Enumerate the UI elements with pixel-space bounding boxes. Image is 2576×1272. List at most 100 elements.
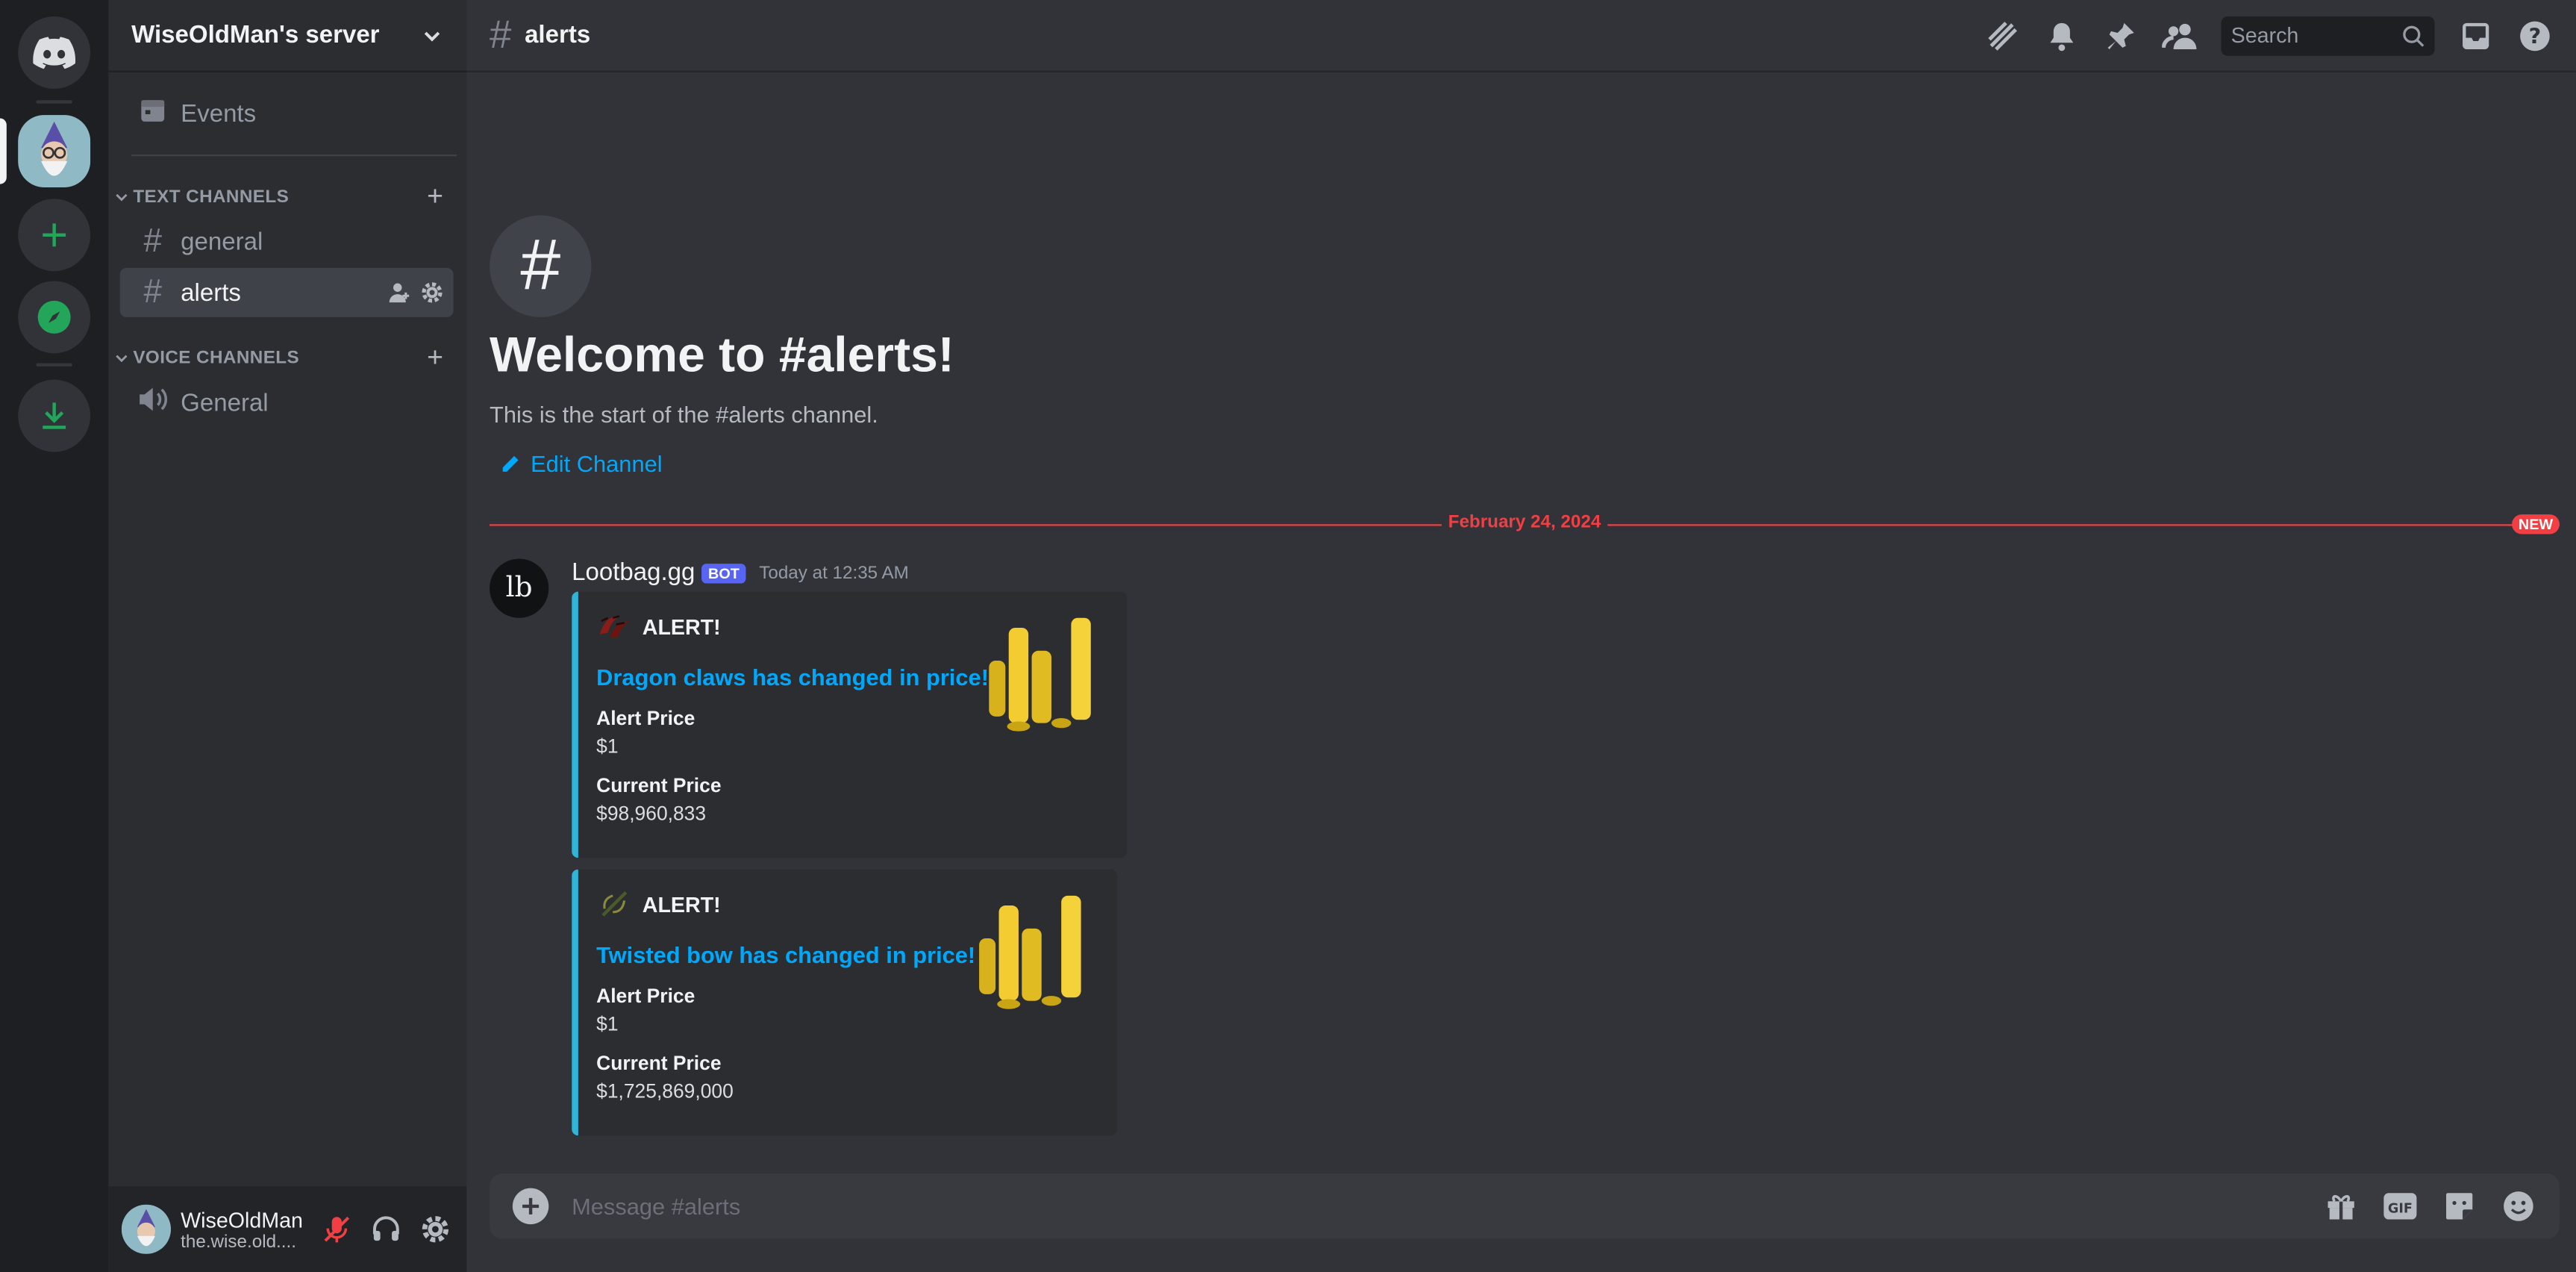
avatar-text: lb bbox=[505, 572, 533, 605]
server-icon-wiseoldman[interactable] bbox=[18, 115, 91, 187]
attach-button[interactable] bbox=[512, 1188, 549, 1225]
headphones-icon bbox=[372, 1216, 399, 1241]
welcome-title: Welcome to #alerts! bbox=[490, 328, 954, 383]
notifications-button[interactable] bbox=[2044, 17, 2080, 53]
compass-icon bbox=[37, 300, 71, 334]
user-settings-button[interactable] bbox=[417, 1212, 453, 1247]
new-badge: NEW bbox=[2512, 514, 2560, 534]
welcome-subtitle: This is the start of the #alerts channel… bbox=[490, 401, 878, 428]
gift-button[interactable] bbox=[2323, 1188, 2359, 1224]
channel-hashtag-icon: # bbox=[490, 215, 592, 317]
message-header: Lootbag.gg BOT Today at 12:35 AM bbox=[572, 559, 909, 587]
members-icon bbox=[2162, 22, 2197, 49]
hashtag-icon: # bbox=[143, 222, 162, 259]
embed-field-value: $98,960,833 bbox=[596, 802, 707, 826]
server-name: WiseOldMan's server bbox=[131, 21, 380, 50]
mute-button[interactable] bbox=[319, 1212, 354, 1247]
plus-circle-icon bbox=[522, 1197, 540, 1215]
rail-separator bbox=[36, 363, 72, 367]
download-icon bbox=[43, 402, 66, 429]
edit-channel-link[interactable]: Edit Channel bbox=[499, 450, 663, 476]
message-composer[interactable]: Message #alerts GIF bbox=[490, 1173, 2560, 1239]
avatar[interactable]: lb bbox=[490, 558, 549, 618]
create-channel-icon[interactable]: + bbox=[427, 342, 443, 375]
home-button[interactable] bbox=[18, 16, 91, 89]
embed-card: ALERT! Dragon claws has changed in price… bbox=[572, 591, 1128, 858]
twisted-bow-icon bbox=[601, 891, 628, 917]
message-input-placeholder[interactable]: Message #alerts bbox=[572, 1193, 740, 1219]
channel-label: General bbox=[181, 388, 269, 417]
search-input[interactable]: Search bbox=[2221, 15, 2435, 55]
sticker-button[interactable] bbox=[2441, 1188, 2477, 1224]
selected-server-indicator bbox=[0, 118, 7, 184]
channel-sidebar: WiseOldMan's server Events TEXT CHANNELS… bbox=[108, 0, 467, 1272]
date-label: February 24, 2024 bbox=[1441, 512, 1608, 533]
gear-icon[interactable] bbox=[421, 281, 444, 304]
help-button[interactable]: ? bbox=[2517, 17, 2553, 53]
pencil-icon bbox=[502, 455, 519, 471]
rail-separator bbox=[36, 100, 72, 104]
svg-text:GIF: GIF bbox=[2388, 1202, 2413, 1217]
search-placeholder: Search bbox=[2230, 22, 2299, 48]
events-item[interactable]: Events bbox=[120, 89, 454, 138]
server-header[interactable]: WiseOldMan's server bbox=[108, 0, 467, 72]
threads-icon bbox=[1988, 21, 2017, 50]
svg-text:?: ? bbox=[2529, 22, 2542, 48]
create-channel-icon[interactable]: + bbox=[427, 181, 443, 213]
category-label: TEXT CHANNELS bbox=[133, 187, 290, 208]
events-label: Events bbox=[181, 99, 257, 128]
sidebar-divider bbox=[131, 154, 457, 157]
speaker-icon bbox=[135, 384, 171, 422]
channel-item-alerts[interactable]: # alerts bbox=[119, 267, 454, 317]
channel-label: general bbox=[181, 227, 263, 256]
message-author[interactable]: Lootbag.gg bbox=[572, 559, 695, 587]
pinned-messages-button[interactable] bbox=[2103, 17, 2139, 53]
pin-icon bbox=[2107, 22, 2134, 49]
coins-thumbnail bbox=[989, 617, 1091, 732]
new-messages-divider: February 24, 2024 NEW bbox=[490, 512, 2560, 534]
inbox-icon bbox=[2463, 22, 2489, 49]
channel-label: alerts bbox=[181, 278, 241, 307]
deafen-button[interactable] bbox=[368, 1212, 404, 1247]
gif-button[interactable]: GIF bbox=[2382, 1188, 2418, 1224]
chat-area: # alerts Search ? # Welcome to #alerts! … bbox=[466, 0, 2576, 1272]
hashtag-icon: # bbox=[490, 12, 512, 57]
embed-card: ALERT! Twisted bow has changed in price!… bbox=[572, 869, 1118, 1136]
user-tag: the.wise.old.... bbox=[181, 1232, 296, 1252]
channel-header: # alerts Search ? bbox=[466, 0, 2576, 72]
text-channels-category[interactable]: TEXT CHANNELS + bbox=[113, 181, 444, 213]
username: WiseOldMan bbox=[181, 1207, 304, 1232]
voice-channel-general[interactable]: General bbox=[120, 378, 454, 427]
explore-servers-button[interactable] bbox=[18, 281, 91, 354]
emoji-button[interactable] bbox=[2501, 1188, 2536, 1224]
embed-field-name: Current Price bbox=[596, 773, 722, 797]
help-icon: ? bbox=[2520, 20, 2550, 51]
coins-thumbnail bbox=[979, 895, 1081, 1009]
embed-author-label: ALERT! bbox=[642, 891, 721, 917]
channel-title: alerts bbox=[525, 21, 591, 50]
discord-logo-icon bbox=[33, 37, 76, 69]
channel-item-general[interactable]: # general bbox=[120, 217, 454, 266]
gif-icon: GIF bbox=[2383, 1193, 2417, 1220]
plus-icon bbox=[43, 223, 66, 247]
wizard-avatar-icon bbox=[18, 115, 91, 187]
embed-author-label: ALERT! bbox=[642, 614, 721, 639]
member-list-button[interactable] bbox=[2162, 17, 2198, 53]
download-apps-button[interactable] bbox=[18, 379, 91, 452]
chevron-down-icon bbox=[424, 31, 440, 41]
message-timestamp: Today at 12:35 AM bbox=[759, 563, 909, 583]
bell-icon bbox=[2050, 22, 2074, 51]
gift-icon bbox=[2328, 1194, 2354, 1220]
inbox-button[interactable] bbox=[2457, 17, 2493, 53]
add-server-button[interactable] bbox=[18, 199, 91, 272]
invite-icon[interactable] bbox=[388, 281, 411, 304]
avatar[interactable] bbox=[121, 1204, 171, 1254]
smiley-icon bbox=[2504, 1191, 2533, 1221]
category-label: VOICE CHANNELS bbox=[133, 348, 300, 369]
chevron-down-icon bbox=[116, 193, 128, 202]
voice-channels-category[interactable]: VOICE CHANNELS + bbox=[113, 342, 444, 373]
gear-icon bbox=[422, 1216, 449, 1243]
dragon-claws-icon bbox=[599, 615, 630, 638]
threads-button[interactable] bbox=[1984, 17, 2020, 53]
discord-app: WiseOldMan's server Events TEXT CHANNELS… bbox=[0, 0, 2576, 1272]
